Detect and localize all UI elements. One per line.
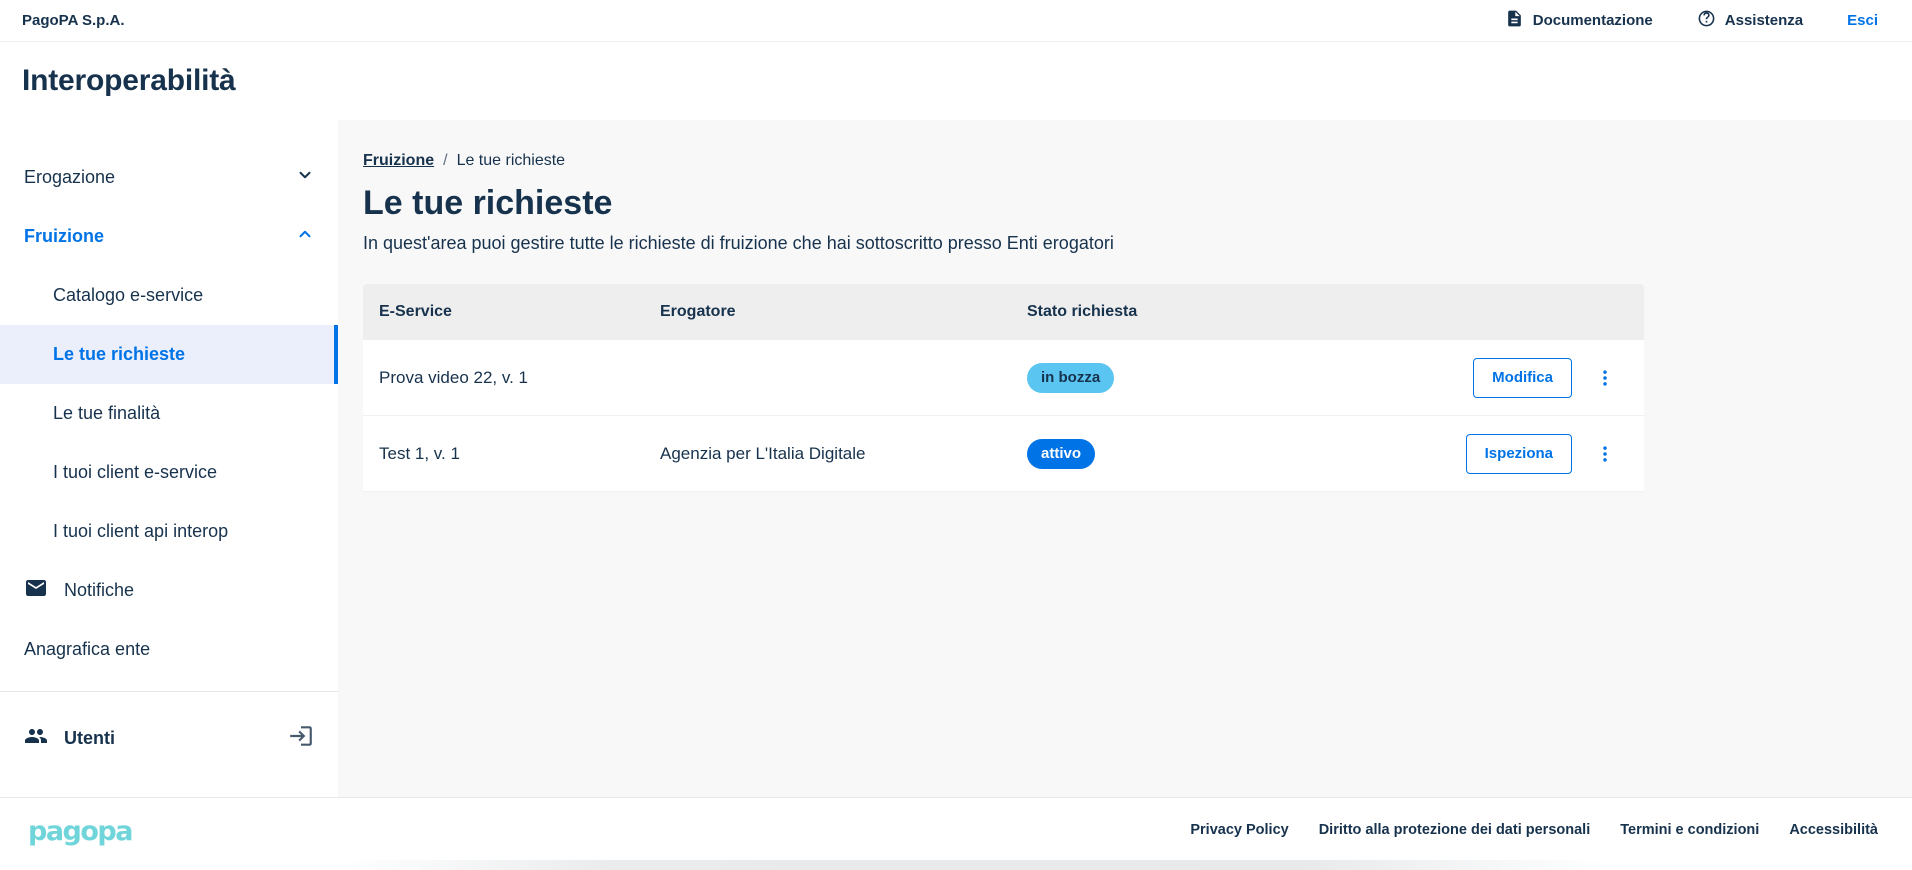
window-bottom-shadow [0,860,1912,870]
sidebar-item-label: I tuoi client api interop [53,521,228,542]
sidebar-item-utenti[interactable]: Utenti [0,692,338,784]
status-badge: in bozza [1027,363,1114,393]
table-header-row: E-Service Erogatore Stato richiesta [363,284,1644,340]
table-row: Test 1, v. 1 Agenzia per L'Italia Digita… [363,416,1644,492]
chevron-down-icon [296,166,314,189]
sidebar-item-notifiche[interactable]: Notifiche [0,561,338,620]
sidebar-item-anagrafica-ente[interactable]: Anagrafica ente [0,620,338,679]
document-icon [1505,9,1524,32]
assistance-link[interactable]: Assistenza [1697,9,1803,32]
sidebar-item-erogazione[interactable]: Erogazione [0,148,338,207]
sidebar: Erogazione Fruizione Catalogo e-service … [0,120,338,797]
sidebar-item-catalogo-e-service[interactable]: Catalogo e-service [0,266,338,325]
sidebar-item-client-api-interop[interactable]: I tuoi client api interop [0,502,338,561]
sidebar-item-label: Le tue richieste [53,344,185,365]
sidebar-item-label: Le tue finalità [53,403,160,424]
app-title: Interoperabilità [22,64,236,98]
column-header-stato: Stato richiesta [1027,303,1357,321]
breadcrumb: Fruizione / Le tue richieste [363,152,1912,170]
documentation-label: Documentazione [1533,12,1653,29]
status-badge: attivo [1027,439,1095,469]
app-header: Interoperabilità [0,42,1912,120]
pagopa-logo[interactable]: pagopa [28,812,148,848]
sidebar-item-label: I tuoi client e-service [53,462,217,483]
breadcrumb-separator: / [443,152,447,170]
main-content: Fruizione / Le tue richieste Le tue rich… [338,120,1912,797]
company-brand: PagoPA S.p.A. [22,12,125,29]
documentation-link[interactable]: Documentazione [1505,9,1653,32]
footer-link-terms[interactable]: Termini e condizioni [1620,822,1759,838]
cell-erogatore: Agenzia per L'Italia Digitale [660,444,1027,464]
sidebar-nav: Erogazione Fruizione Catalogo e-service … [0,120,338,679]
breadcrumb-parent[interactable]: Fruizione [363,152,434,170]
utenti-label: Utenti [64,728,115,749]
column-header-erogatore: Erogatore [660,303,1027,321]
footer-link-privacy[interactable]: Privacy Policy [1190,822,1288,838]
cell-eservice: Test 1, v. 1 [379,444,660,464]
footer-links: Privacy Policy Diritto alla protezione d… [1190,822,1878,838]
sidebar-item-label: Anagrafica ente [24,639,150,660]
column-header-eservice: E-Service [379,303,660,321]
footer-link-accessibility[interactable]: Accessibilità [1789,822,1878,838]
cell-eservice: Prova video 22, v. 1 [379,368,660,388]
login-arrow-icon[interactable] [288,723,314,754]
sidebar-item-client-e-service[interactable]: I tuoi client e-service [0,443,338,502]
top-bar: PagoPA S.p.A. Documentazione Assistenza … [0,0,1912,42]
modifica-button[interactable]: Modifica [1473,358,1572,398]
sidebar-item-label: Catalogo e-service [53,285,203,306]
kebab-menu-icon[interactable] [1592,441,1618,467]
footer: pagopa Privacy Policy Diritto alla prote… [0,797,1912,870]
logout-link[interactable]: Esci [1847,12,1878,29]
sidebar-item-fruizione[interactable]: Fruizione [0,207,338,266]
page-subtitle: In quest'area puoi gestire tutte le rich… [363,233,1912,254]
chevron-up-icon [296,225,314,248]
svg-text:pagopa: pagopa [28,816,132,847]
footer-link-data-protection[interactable]: Diritto alla protezione dei dati persona… [1319,822,1591,838]
sidebar-item-label: Notifiche [64,580,134,601]
kebab-menu-icon[interactable] [1592,365,1618,391]
page-title: Le tue richieste [363,184,1912,223]
breadcrumb-current: Le tue richieste [457,152,566,170]
table-row: Prova video 22, v. 1 in bozza Modifica [363,340,1644,416]
sidebar-item-le-tue-richieste[interactable]: Le tue richieste [0,325,338,384]
sidebar-item-label: Erogazione [24,167,115,188]
top-bar-actions: Documentazione Assistenza Esci [1505,9,1878,32]
sidebar-item-le-tue-finalita[interactable]: Le tue finalità [0,384,338,443]
mail-icon [24,576,48,605]
assistance-label: Assistenza [1725,12,1803,29]
help-circle-icon [1697,9,1716,32]
ispeziona-button[interactable]: Ispeziona [1466,434,1572,474]
sidebar-item-label: Fruizione [24,226,104,247]
requests-table: E-Service Erogatore Stato richiesta Prov… [363,284,1644,492]
group-icon [24,724,48,753]
